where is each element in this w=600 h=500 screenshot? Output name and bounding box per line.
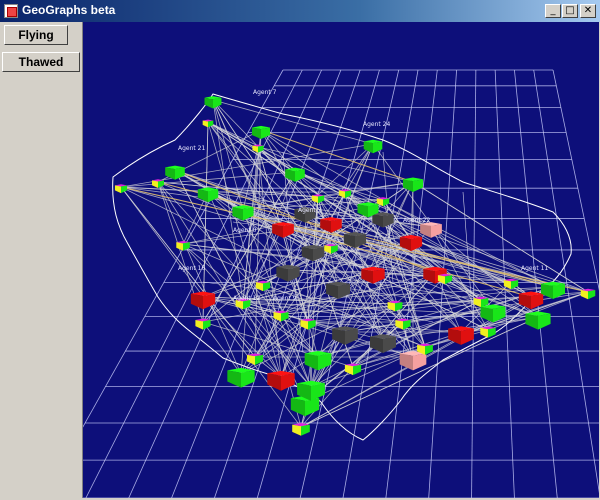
cube-right [413,179,424,193]
cube-left [290,398,305,417]
small-node-cube [580,288,596,300]
cube-left [325,283,338,300]
small-node-cube [273,310,289,322]
agent-label: Agent 24 [363,121,390,128]
cube-left [420,224,431,238]
cube-left [251,127,261,140]
cube-left [480,327,488,338]
cube-left [272,224,283,238]
cube-right [175,167,185,180]
cube-left [525,313,538,330]
cube-left [190,293,203,310]
cube-right [281,373,295,391]
cube-right [318,195,325,204]
close-button[interactable]: ✕ [580,4,596,18]
cube-left [369,336,383,354]
cube-right [461,328,474,345]
flying-button[interactable]: Flying [4,25,68,45]
cube-left [338,190,345,199]
gray-node-cube [276,264,300,282]
agent-label: Agent 12 [233,295,260,302]
title-bar[interactable]: GeoGraphs beta _ □ ✕ [0,0,600,22]
green-node-cube [363,139,383,154]
green-node-cube [251,125,271,140]
cube-right [353,364,362,376]
cube-left [246,354,255,366]
cube-right [373,141,383,154]
small-node-cube [292,423,310,436]
cube-right [203,319,211,330]
cube-left [197,189,208,203]
agent-label: Agent 7 [253,89,277,96]
cube-right [203,293,216,310]
window-title: GeoGraphs beta [22,3,116,17]
cube-left [580,290,588,300]
green-node-cube [227,367,255,388]
cube-left [227,370,241,388]
cube-right [488,327,496,338]
app-icon [4,4,18,18]
maximize-button[interactable]: □ [562,4,578,18]
agent-label: Agent 9 [273,295,297,302]
cube-left [151,180,158,189]
green-node-cube [525,311,551,330]
cube-right [538,313,551,330]
agent-label: Agent 0 [233,227,257,234]
agent-label: Agent 11 [521,265,548,272]
cube-right [305,398,320,417]
cube-right [588,290,596,300]
cube-right [121,185,128,194]
cube-left [114,185,121,194]
small-node-cube [255,280,271,292]
cube-left [267,373,281,391]
small-node-cube [503,278,519,290]
cube-right [431,224,442,238]
cube-right [301,424,310,436]
graph-3d-viewport[interactable]: Agent 7 Agent 24 Agent 21 Agent 3 Agent 22 Ag… [82,22,599,498]
cube-right [183,242,190,251]
cube-left [402,179,413,193]
scene-canvas[interactable]: Agent 7 Agent 24 Agent 21 Agent 3 Agent 22 Ag… [83,22,599,498]
small-node-cube [195,318,211,330]
thawed-button[interactable]: Thawed [2,52,80,72]
grid-line [256,69,380,498]
agent-label: Agent 22 [403,217,430,224]
agent-label: Agent 16 [178,265,205,272]
grid-line [428,69,457,498]
cube-left [195,319,203,330]
small-node-cube [480,326,496,338]
green-node-cube [165,165,185,180]
agent-label: Agent 21 [178,145,205,152]
minimize-button[interactable]: _ [545,4,561,18]
cube-left [300,319,308,330]
cube-left [204,97,213,109]
cube-right [355,234,367,249]
cube-left [202,120,208,128]
graph-edge [157,181,282,378]
cube-left [292,424,301,436]
cube-right [413,353,427,371]
pink-node-cube [399,350,427,371]
control-sidebar: Flying Thawed [0,22,82,500]
agent-label: Agent 3 [298,207,322,214]
app-window: GeoGraphs beta _ □ ✕ Flying Thawed Agent… [0,0,600,500]
